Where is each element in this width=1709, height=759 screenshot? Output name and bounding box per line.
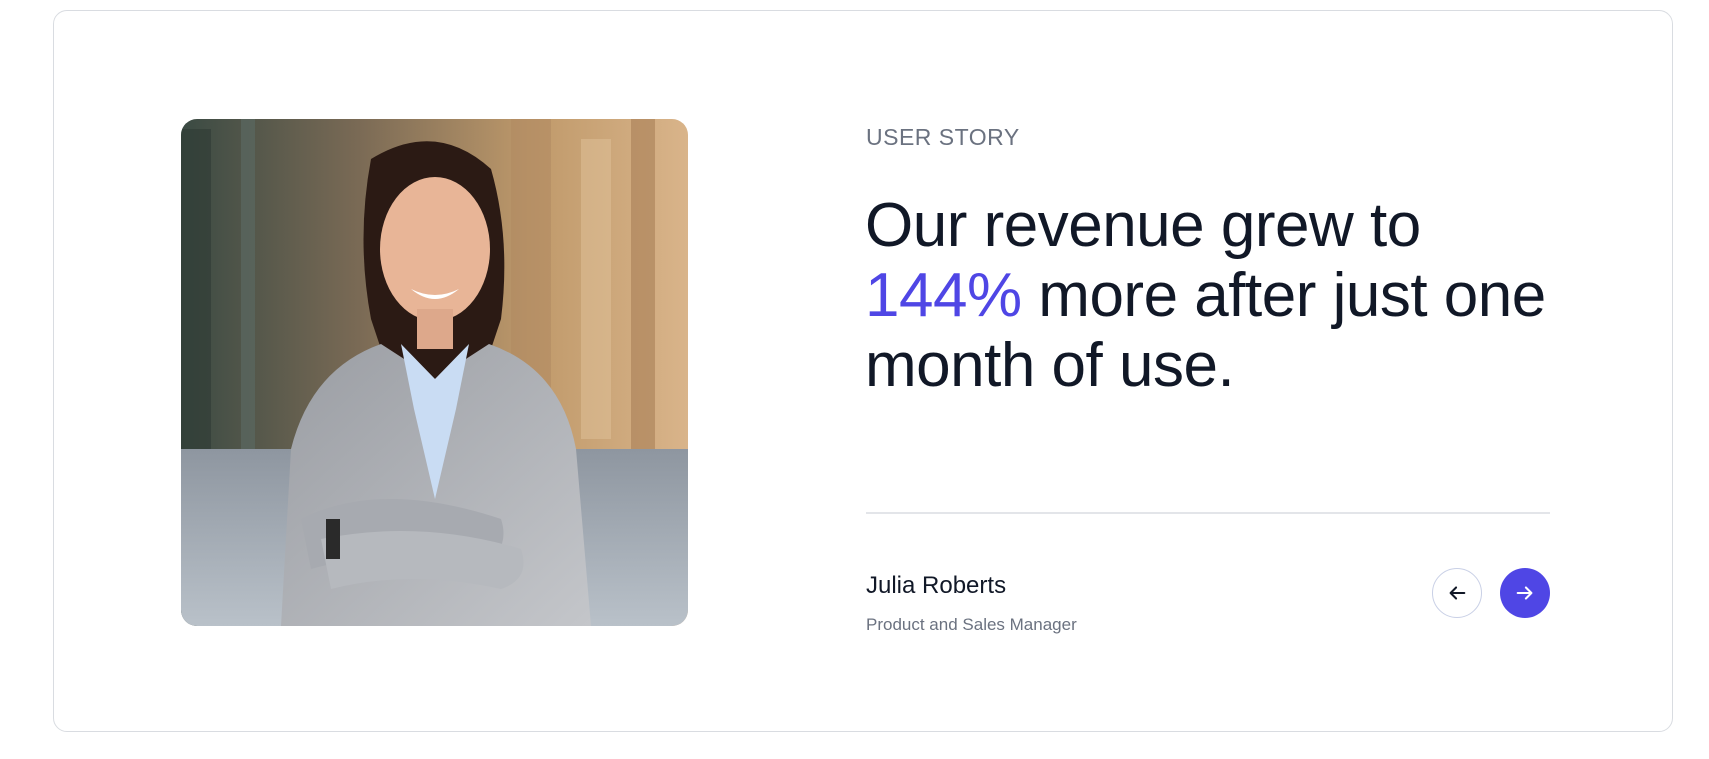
arrow-right-icon [1516,586,1533,600]
author-photo [181,119,688,626]
author-name: Julia Roberts [866,572,1007,599]
section-eyebrow: USER STORY [866,124,1020,150]
arrow-left-icon [1449,586,1466,600]
testimonial-card: USER STORY Our revenue grew to 144% more… [53,10,1673,732]
testimonial-quote: Our revenue grew to 144% more after just… [865,191,1585,401]
quote-text-start: Our revenue grew to [865,191,1421,260]
previous-button[interactable] [1432,568,1482,618]
portrait-image [181,119,688,626]
author-role: Product and Sales Manager [866,615,1077,634]
divider [866,512,1550,514]
quote-highlight: 144% [865,261,1022,330]
next-button[interactable] [1500,568,1550,618]
